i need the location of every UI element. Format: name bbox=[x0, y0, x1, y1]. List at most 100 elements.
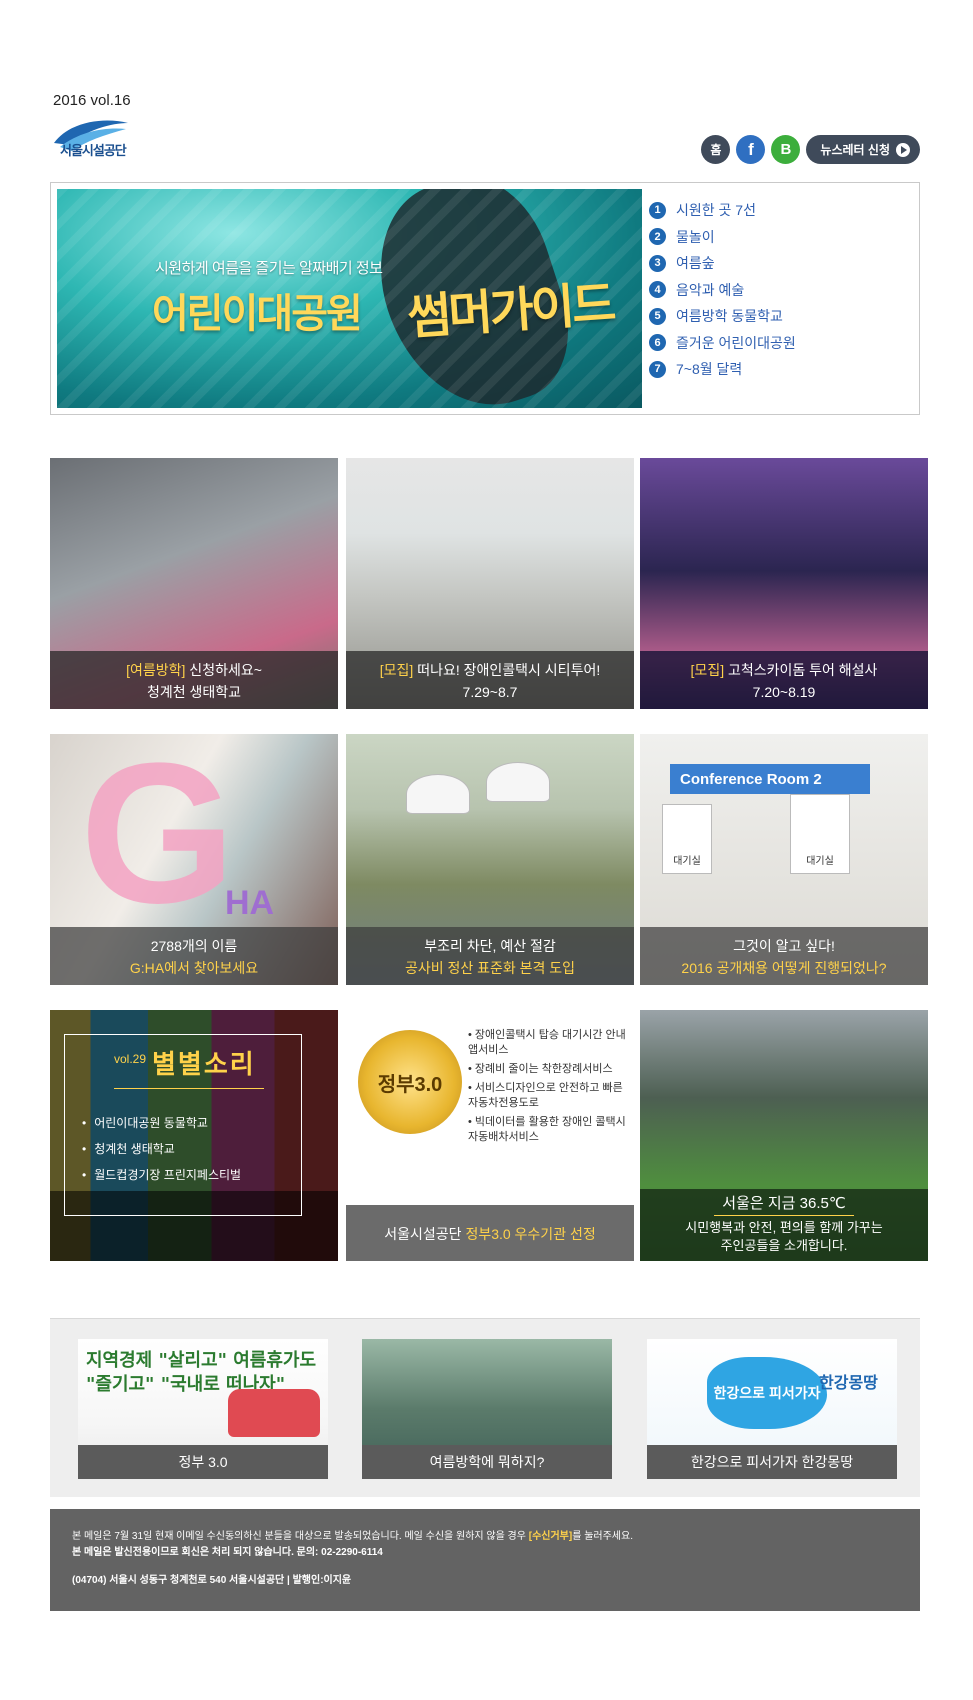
banner-art-text: 한강으로 피서가자 bbox=[707, 1357, 827, 1429]
play-icon bbox=[896, 142, 910, 157]
volume-label: vol.29 bbox=[114, 1052, 147, 1066]
article-tile-gha[interactable]: G HA 2788개의 이름 G:HA에서 찾아보세요 bbox=[50, 734, 338, 985]
hero-image[interactable]: 시원하게 여름을 즐기는 알짜배기 정보 어린이대공원 썸머가이드 bbox=[57, 189, 642, 408]
number-badge-icon: 5 bbox=[649, 307, 666, 325]
waiting-room-sign: 대기실 bbox=[662, 804, 712, 874]
article-tile-eco-school[interactable]: [여름방학] 신청하세요~ 청계천 생태학교 bbox=[50, 458, 338, 709]
banner-caption: 정부 3.0 bbox=[78, 1445, 328, 1479]
tile-caption: 부조리 차단, 예산 절감 공사비 정산 표준화 본격 도입 bbox=[346, 927, 634, 985]
hero-menu-item[interactable]: 1 시원한 곳 7선 bbox=[649, 197, 796, 224]
list-item: 어린이대공원 동물학교 bbox=[82, 1110, 241, 1136]
hero-title-script: 썸머가이드 bbox=[405, 275, 615, 347]
number-badge-icon: 3 bbox=[649, 254, 666, 272]
footer: 본 메일은 7월 31일 현재 이메일 수신동의하신 분들을 대상으로 발송되었… bbox=[50, 1509, 920, 1611]
tile-title: 떠나요! 장애인콜택시 시티투어! bbox=[413, 662, 601, 678]
number-badge-icon: 6 bbox=[649, 334, 666, 352]
tile-subtitle: 2016 공개채용 어떻게 진행되었나? bbox=[681, 960, 887, 976]
banner-hangang[interactable]: 한강으로 피서가자 한강몽땅 한강으로 피서가자 한강몽땅 bbox=[647, 1339, 897, 1479]
facebook-icon[interactable]: f bbox=[736, 135, 766, 164]
hero-menu: 1 시원한 곳 7선 2 물놀이 3 여름숲 4 음악과 예술 5 여름방학 동물학교 6… bbox=[649, 197, 796, 383]
gov30-seal-icon: 정부3.0 bbox=[358, 1030, 462, 1134]
tile-caption: [모집] 떠나요! 장애인콜택시 시티투어! 7.29~8.7 bbox=[346, 651, 634, 709]
tile-title-highlight: 정부3.0 우수기관 선정 bbox=[465, 1226, 596, 1242]
list-item: 월드컵경기장 프린지페스티벌 bbox=[82, 1162, 241, 1188]
hero-menu-label: 7~8월 달력 bbox=[676, 361, 743, 378]
hero-menu-label: 여름숲 bbox=[676, 255, 715, 272]
blog-icon[interactable]: B bbox=[771, 135, 801, 164]
hero-menu-item[interactable]: 3 여름숲 bbox=[649, 250, 796, 277]
footer-contact: 본 메일은 발신전용이므로 회신은 처리 되지 않습니다. 문의: 02-229… bbox=[72, 1547, 383, 1558]
tile-caption: 서울시설공단 정부3.0 우수기관 선정 bbox=[346, 1205, 634, 1261]
tile-title: 서울시설공단 bbox=[384, 1226, 466, 1242]
tile-caption: [모집] 고척스카이돔 투어 해설사 7.20~8.19 bbox=[640, 651, 928, 709]
list-item: 청계천 생태학교 bbox=[82, 1136, 241, 1162]
list-item: 서비스디자인으로 안전하고 빠른 자동차전용도로 bbox=[468, 1081, 634, 1111]
tile-list: 장애인콜택시 탑승 대기시간 안내 앱서비스 장례비 줄이는 착한장례서비스 서… bbox=[468, 1028, 634, 1149]
article-tile-skydome[interactable]: [모집] 고척스카이돔 투어 해설사 7.20~8.19 bbox=[640, 458, 928, 709]
tile-caption: [여름방학] 신청하세요~ 청계천 생태학교 bbox=[50, 651, 338, 709]
car-shape bbox=[228, 1389, 320, 1437]
title-underline bbox=[114, 1088, 264, 1089]
footer-text: 본 메일은 7월 31일 현재 이메일 수신동의하신 분들을 대상으로 발송되었… bbox=[72, 1531, 529, 1542]
tile-title: 신청하세요~ bbox=[185, 662, 262, 678]
hero-menu-item[interactable]: 5 여름방학 동물학교 bbox=[649, 303, 796, 330]
conference-room-sign: Conference Room 2 bbox=[670, 764, 870, 794]
tile-subtitle: 청계천 생태학교 bbox=[146, 684, 242, 700]
hero-menu-item[interactable]: 7 7~8월 달력 bbox=[649, 356, 796, 383]
article-tile-seoul-now[interactable]: 서울은 지금 36.5℃ 시민행복과 안전, 편의를 함께 가꾸는 주인공들을 … bbox=[640, 1010, 928, 1261]
tile-subtitle: 주인공들을 소개합니다. bbox=[720, 1238, 848, 1253]
article-tile-byeolbyeol[interactable]: vol.29 별별소리 어린이대공원 동물학교 청계천 생태학교 월드컵경기장 … bbox=[50, 1010, 338, 1261]
article-tile-gov30[interactable]: 정부3.0 장애인콜택시 탑승 대기시간 안내 앱서비스 장례비 줄이는 착한장… bbox=[346, 1010, 634, 1261]
banner-summer-vacation[interactable]: 여름방학에 뭐하지? bbox=[362, 1339, 612, 1479]
tile-title: 별별소리 bbox=[152, 1050, 256, 1080]
hero-menu-label: 시원한 곳 7선 bbox=[676, 202, 756, 219]
banner-caption: 한강으로 피서가자 한강몽땅 bbox=[647, 1445, 897, 1479]
tile-caption: 2788개의 이름 G:HA에서 찾아보세요 bbox=[50, 927, 338, 985]
tile-list: 어린이대공원 동물학교 청계천 생태학교 월드컵경기장 프린지페스티벌 bbox=[82, 1110, 241, 1188]
tile-caption: 그것이 알고 싶다! 2016 공개채용 어떻게 진행되었나? bbox=[640, 927, 928, 985]
hero-menu-item[interactable]: 4 음악과 예술 bbox=[649, 277, 796, 304]
hero-title: 어린이대공원 bbox=[152, 292, 363, 336]
article-tile-city-tour[interactable]: [모집] 떠나요! 장애인콜택시 시티투어! 7.29~8.7 bbox=[346, 458, 634, 709]
tile-title: 그것이 알고 싶다! bbox=[733, 938, 835, 954]
tile-caption: 서울은 지금 36.5℃ 시민행복과 안전, 편의를 함께 가꾸는 주인공들을 … bbox=[640, 1189, 928, 1261]
number-badge-icon: 2 bbox=[649, 228, 666, 246]
banner-gov30[interactable]: 지역경제 "살리고" 여름휴가도 "즐기고" "국내로 떠나자" 정부 3.0 bbox=[78, 1339, 328, 1479]
unsubscribe-link[interactable]: [수신거부] bbox=[529, 1531, 572, 1542]
article-tile-recruitment[interactable]: Conference Room 2 대기실 대기실 그것이 알고 싶다! 201… bbox=[640, 734, 928, 985]
tile-subtitle: 시민행복과 안전, 편의를 함께 가꾸는 bbox=[685, 1220, 883, 1235]
header-links: 홈 f B 뉴스레터 신청 bbox=[701, 135, 920, 164]
tile-title: 2788개의 이름 bbox=[150, 938, 238, 954]
footer-notice: 본 메일은 7월 31일 현재 이메일 수신동의하신 분들을 대상으로 발송되었… bbox=[72, 1529, 633, 1545]
tile-tag: [모집] bbox=[690, 662, 725, 678]
hero-menu-label: 물놀이 bbox=[676, 228, 715, 245]
ha-letters: HA bbox=[225, 884, 275, 922]
newsletter-subscribe-label: 뉴스레터 신청 bbox=[820, 143, 890, 157]
hero-subtitle: 시원하게 여름을 즐기는 알짜배기 정보 bbox=[155, 260, 383, 277]
helmet-shape bbox=[486, 762, 550, 802]
footer-address: (04704) 서울시 성동구 청계천로 540 서울시설공단 | 발행인:이지… bbox=[72, 1575, 352, 1586]
g-letter: G bbox=[80, 734, 236, 945]
issue-label: 2016 vol.16 bbox=[53, 92, 131, 109]
newsletter-subscribe-button[interactable]: 뉴스레터 신청 bbox=[806, 135, 920, 164]
hero-menu-item[interactable]: 2 물놀이 bbox=[649, 224, 796, 251]
hero-menu-label: 즐거운 어린이대공원 bbox=[676, 334, 796, 351]
number-badge-icon: 1 bbox=[649, 201, 666, 219]
article-tile-construction[interactable]: 부조리 차단, 예산 절감 공사비 정산 표준화 본격 도입 bbox=[346, 734, 634, 985]
number-badge-icon: 4 bbox=[649, 281, 666, 299]
home-icon[interactable]: 홈 bbox=[701, 135, 731, 164]
helmet-shape bbox=[406, 774, 470, 814]
bottom-banners: 지역경제 "살리고" 여름휴가도 "즐기고" "국내로 떠나자" 정부 3.0 … bbox=[50, 1318, 920, 1497]
tile-subtitle: 7.20~8.19 bbox=[752, 684, 816, 700]
hangang-logo: 한강몽땅 bbox=[819, 1375, 878, 1392]
list-item: 빅데이터를 활용한 장애인 콜택시 자동배차서비스 bbox=[468, 1115, 634, 1145]
tile-tag: [여름방학] bbox=[126, 662, 186, 678]
waiting-room-sign: 대기실 bbox=[790, 794, 850, 874]
hero-menu-item[interactable]: 6 즐거운 어린이대공원 bbox=[649, 330, 796, 357]
hero-banner: 시원하게 여름을 즐기는 알짜배기 정보 어린이대공원 썸머가이드 1 시원한 곳… bbox=[50, 182, 920, 415]
tile-title: 고척스카이돔 투어 해설사 bbox=[724, 662, 878, 678]
tile-tag: [모집] bbox=[379, 662, 414, 678]
list-item: 장애인콜택시 탑승 대기시간 안내 앱서비스 bbox=[468, 1028, 634, 1058]
logo-text: 서울시설공단 bbox=[60, 143, 127, 158]
tile-subtitle: 7.29~8.7 bbox=[462, 684, 518, 700]
